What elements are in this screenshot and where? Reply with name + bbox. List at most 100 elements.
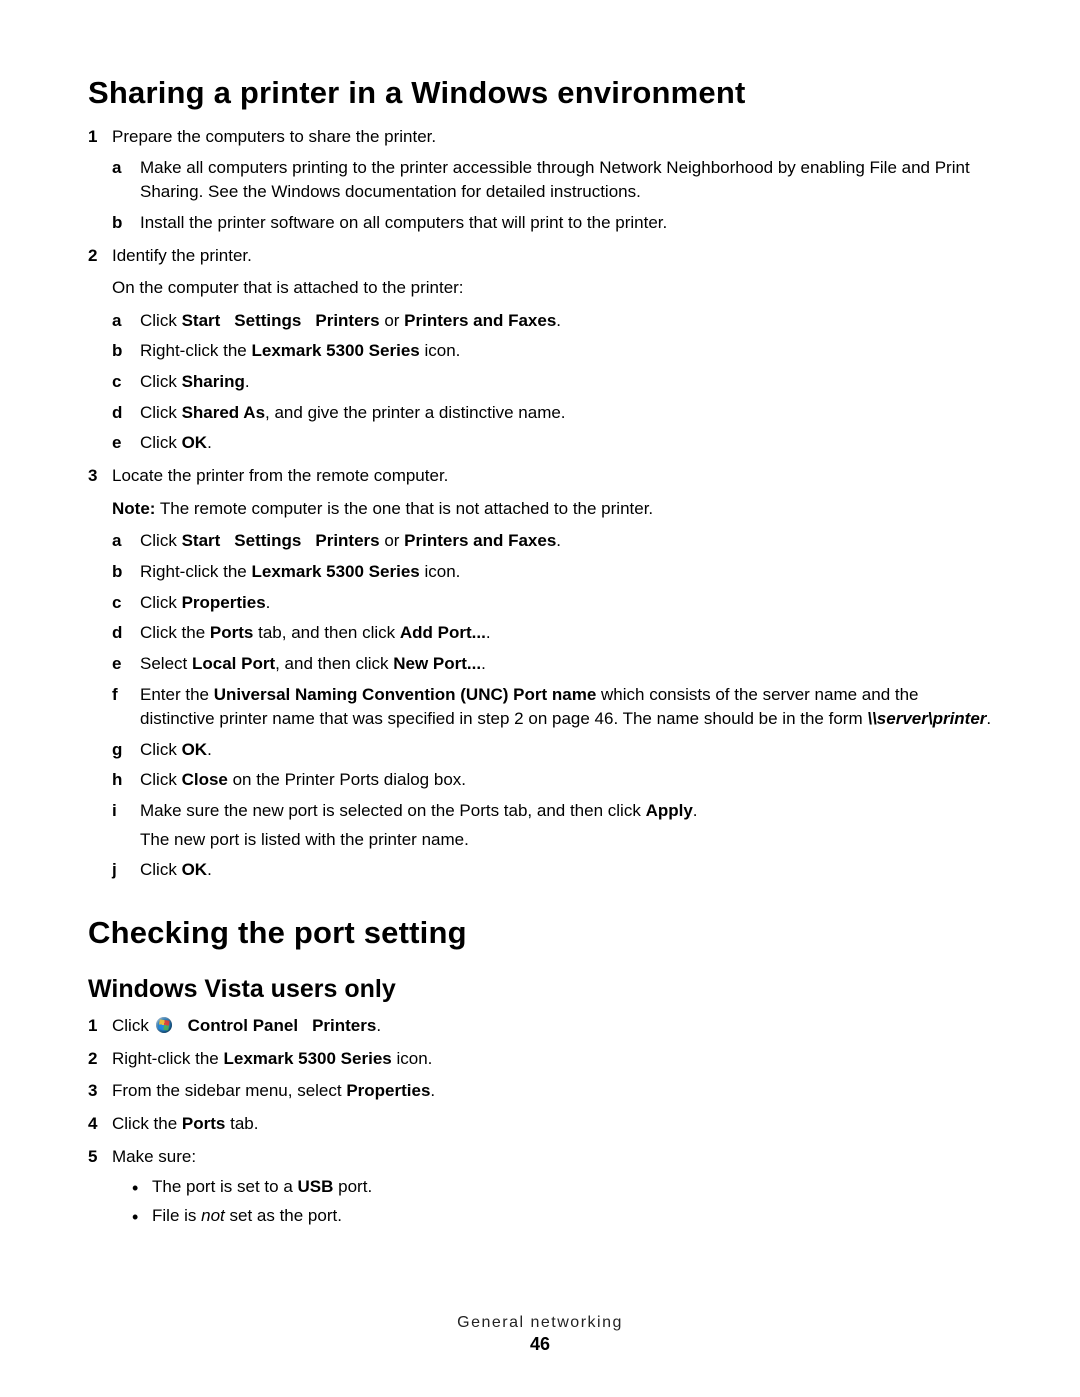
step-3g: Click OK.: [112, 738, 992, 763]
bold: Ports: [182, 1114, 225, 1133]
text: .: [486, 623, 491, 642]
step-3i: Make sure the new port is selected on th…: [112, 799, 992, 852]
text: .: [207, 433, 212, 452]
text: .: [986, 709, 991, 728]
text: Click: [140, 770, 182, 789]
bold: OK: [182, 433, 208, 452]
text: .: [266, 593, 271, 612]
step-2: Identify the printer. On the computer th…: [88, 244, 992, 456]
footer-section-title: General networking: [0, 1314, 1080, 1332]
text: .: [693, 801, 698, 820]
step-3a: Click Start Settings Printers or Printer…: [112, 529, 992, 554]
bold: USB: [298, 1177, 334, 1196]
bold: Start: [182, 531, 221, 550]
bold: Settings: [234, 531, 301, 550]
bold: OK: [182, 860, 208, 879]
step-2b: Right-click the Lexmark 5300 Series icon…: [112, 339, 992, 364]
text: port.: [333, 1177, 372, 1196]
text: .: [556, 311, 561, 330]
text: .: [376, 1016, 381, 1035]
text: tab.: [225, 1114, 258, 1133]
bold: Lexmark 5300 Series: [251, 562, 419, 581]
text: Click: [140, 372, 182, 391]
bold: Properties: [182, 593, 266, 612]
step-2-text: Identify the printer.: [112, 246, 252, 265]
bold: Ports: [210, 623, 253, 642]
text: .: [481, 654, 486, 673]
text: icon.: [420, 562, 461, 581]
step-2c: Click Sharing.: [112, 370, 992, 395]
text: Make sure:: [112, 1147, 196, 1166]
bold: Apply: [646, 801, 693, 820]
text: or: [380, 311, 405, 330]
text: Click: [140, 433, 182, 452]
step-3e: Select Local Port, and then click New Po…: [112, 652, 992, 677]
text: Make sure the new port is selected on th…: [140, 801, 646, 820]
subheading-vista: Windows Vista users only: [88, 975, 992, 1004]
text: Click: [140, 593, 182, 612]
step-3b: Right-click the Lexmark 5300 Series icon…: [112, 560, 992, 585]
section1-list: Prepare the computers to share the print…: [88, 125, 992, 883]
text: Enter the: [140, 685, 214, 704]
text: Click: [140, 531, 182, 550]
bold: Universal Naming Convention (UNC) Port n…: [214, 685, 597, 704]
text: From the sidebar menu, select: [112, 1081, 346, 1100]
bold: OK: [182, 740, 208, 759]
text: icon.: [392, 1049, 433, 1068]
bold: Settings: [234, 311, 301, 330]
step-3j: Click OK.: [112, 858, 992, 883]
bold-italic: \\server\printer: [867, 709, 986, 728]
bold: Printers: [312, 1016, 376, 1035]
text: Click the: [140, 623, 210, 642]
step-3: Locate the printer from the remote compu…: [88, 464, 992, 883]
text: on the Printer Ports dialog box.: [228, 770, 466, 789]
text: , and give the printer a distinctive nam…: [265, 403, 566, 422]
step-3f: Enter the Universal Naming Convention (U…: [112, 683, 992, 732]
step-3-note: Note: The remote computer is the one tha…: [112, 497, 992, 522]
step-1: Prepare the computers to share the print…: [88, 125, 992, 236]
text: Right-click the: [112, 1049, 223, 1068]
page-footer: General networking 46: [0, 1314, 1080, 1355]
bold: Printers and Faxes: [404, 531, 556, 550]
step-2-intro: On the computer that is attached to the …: [112, 276, 992, 301]
text: Click: [140, 311, 182, 330]
text: icon.: [420, 341, 461, 360]
bold: Sharing: [182, 372, 245, 391]
bold: Properties: [346, 1081, 430, 1100]
section2-list: Click Control Panel Printers. Right-clic…: [88, 1014, 992, 1228]
bold: Local Port: [192, 654, 275, 673]
text: .: [207, 740, 212, 759]
vista-step-2: Right-click the Lexmark 5300 Series icon…: [88, 1047, 992, 1072]
bold: Printers: [315, 311, 379, 330]
text: .: [207, 860, 212, 879]
vista-step-3: From the sidebar menu, select Properties…: [88, 1079, 992, 1104]
bold: Printers and Faxes: [404, 311, 556, 330]
step-1b: Install the printer software on all comp…: [112, 211, 992, 236]
text: Click: [140, 740, 182, 759]
step-2d: Click Shared As, and give the printer a …: [112, 401, 992, 426]
text: Click: [140, 403, 182, 422]
bold: Printers: [315, 531, 379, 550]
step-2a: Click Start Settings Printers or Printer…: [112, 309, 992, 334]
text: set as the port.: [225, 1206, 342, 1225]
text: .: [245, 372, 250, 391]
vista-step-1: Click Control Panel Printers.: [88, 1014, 992, 1039]
text: Right-click the: [140, 341, 251, 360]
heading-sharing-printer: Sharing a printer in a Windows environme…: [88, 75, 992, 111]
heading-checking-port: Checking the port setting: [88, 915, 992, 951]
vista-step-4: Click the Ports tab.: [88, 1112, 992, 1137]
step-3i-followup: The new port is listed with the printer …: [140, 828, 992, 853]
footer-page-number: 46: [0, 1334, 1080, 1355]
italic: not: [201, 1206, 225, 1225]
text: Click: [140, 860, 182, 879]
text: .: [556, 531, 561, 550]
bold: Lexmark 5300 Series: [223, 1049, 391, 1068]
text: The port is set to a: [152, 1177, 298, 1196]
text: or: [380, 531, 405, 550]
text: Right-click the: [140, 562, 251, 581]
bold: Close: [182, 770, 228, 789]
bold: Lexmark 5300 Series: [251, 341, 419, 360]
text: .: [430, 1081, 435, 1100]
bold: Add Port...: [400, 623, 486, 642]
vista-step-5-bullet-2: File is not set as the port.: [132, 1204, 992, 1229]
